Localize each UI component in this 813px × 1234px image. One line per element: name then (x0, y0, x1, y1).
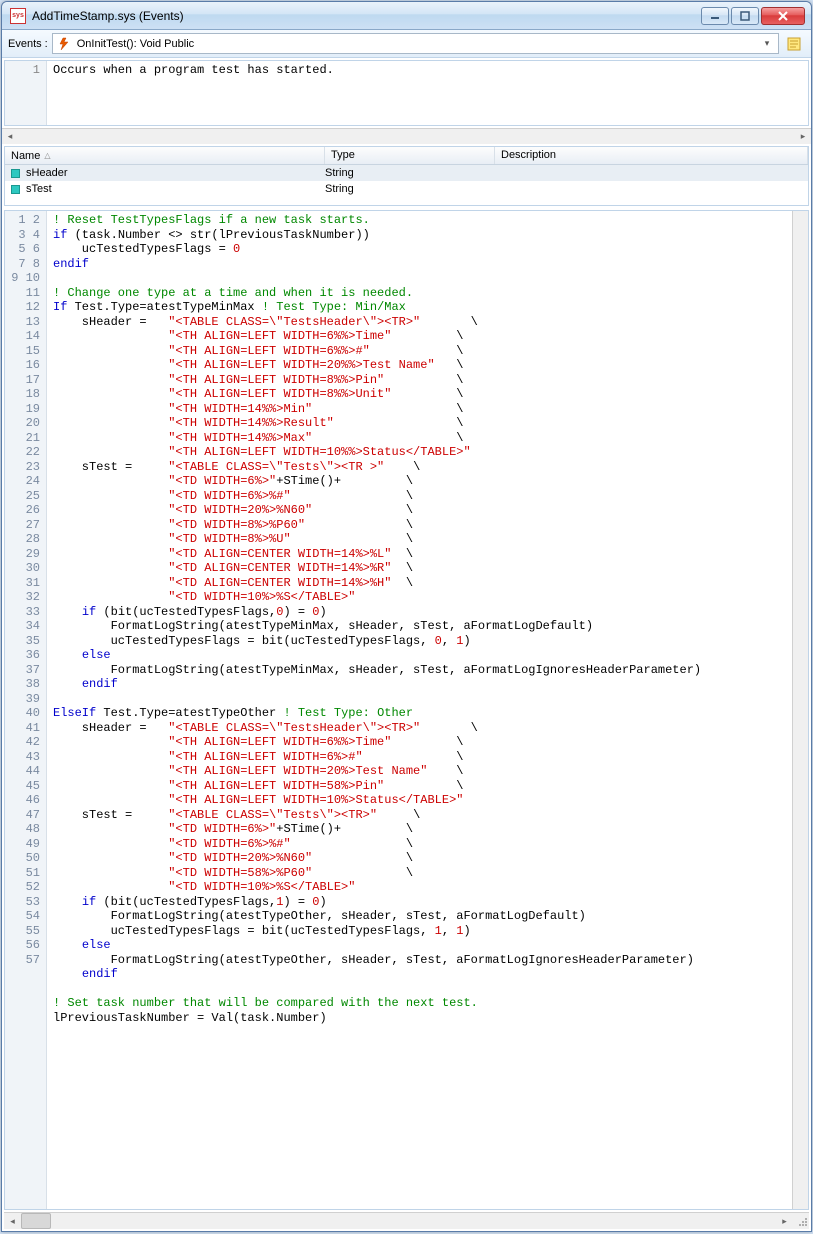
vars-header[interactable]: Name△ Type Description (5, 147, 808, 165)
col-header-type[interactable]: Type (325, 147, 495, 164)
notes-icon (786, 36, 802, 52)
scroll-track[interactable] (21, 1213, 776, 1229)
code-vscroll[interactable] (792, 211, 808, 1209)
vars-body: sHeader String sTest String (5, 165, 808, 197)
description-text[interactable]: Occurs when a program test has started. (47, 61, 808, 125)
resize-grip-icon (796, 1215, 808, 1227)
col-header-desc[interactable]: Description (495, 147, 808, 164)
scroll-thumb[interactable] (21, 1213, 51, 1229)
desc-line-number: 1 (5, 63, 40, 77)
variables-pane: Name△ Type Description sHeader String sT… (4, 146, 809, 206)
var-type: String (325, 183, 495, 195)
var-icon (11, 169, 20, 178)
events-combo-text: OnInitTest(): Void Public (77, 38, 754, 50)
chevron-down-icon: ▾ (760, 38, 774, 49)
minimize-button[interactable] (701, 7, 729, 25)
resize-grip[interactable] (793, 1214, 809, 1228)
scroll-right-icon[interactable]: ▸ (795, 131, 811, 142)
events-combo[interactable]: OnInitTest(): Void Public ▾ (52, 33, 779, 54)
sort-asc-icon: △ (44, 151, 50, 160)
code-hscroll[interactable]: ◂ ▸ (4, 1212, 809, 1229)
var-row[interactable]: sHeader String (5, 165, 808, 181)
window-buttons (701, 7, 805, 25)
var-type: String (325, 167, 495, 179)
var-row[interactable]: sTest String (5, 181, 808, 197)
scroll-right-icon[interactable]: ▸ (776, 1216, 793, 1227)
scroll-left-icon[interactable]: ◂ (4, 1216, 21, 1227)
maximize-icon (740, 11, 750, 21)
var-icon (11, 185, 20, 194)
app-icon: sys (10, 8, 26, 24)
notes-button[interactable] (783, 33, 805, 55)
events-label: Events : (8, 38, 48, 50)
close-button[interactable] (761, 7, 805, 25)
minimize-icon (710, 11, 720, 21)
code-body[interactable]: ! Reset TestTypesFlags if a new task sta… (47, 211, 792, 1209)
window-title: AddTimeStamp.sys (Events) (30, 9, 701, 23)
desc-gutter: 1 (5, 61, 47, 125)
desc-hscroll[interactable]: ◂ ▸ (2, 128, 811, 144)
description-pane: 1 Occurs when a program test has started… (4, 60, 809, 126)
code-gutter: 1 2 3 4 5 6 7 8 9 10 11 12 13 14 15 16 1… (5, 211, 47, 1209)
var-name: sHeader (26, 167, 68, 179)
titlebar[interactable]: sys AddTimeStamp.sys (Events) (2, 2, 811, 30)
maximize-button[interactable] (731, 7, 759, 25)
scroll-left-icon[interactable]: ◂ (2, 131, 18, 142)
var-name: sTest (26, 183, 52, 195)
window: sys AddTimeStamp.sys (Events) Events : O… (1, 1, 812, 1232)
code-editor[interactable]: 1 2 3 4 5 6 7 8 9 10 11 12 13 14 15 16 1… (4, 210, 809, 1210)
events-toolbar: Events : OnInitTest(): Void Public ▾ (2, 30, 811, 58)
event-glyph-icon (57, 37, 71, 51)
col-header-name[interactable]: Name△ (5, 147, 325, 164)
close-icon (778, 11, 788, 21)
